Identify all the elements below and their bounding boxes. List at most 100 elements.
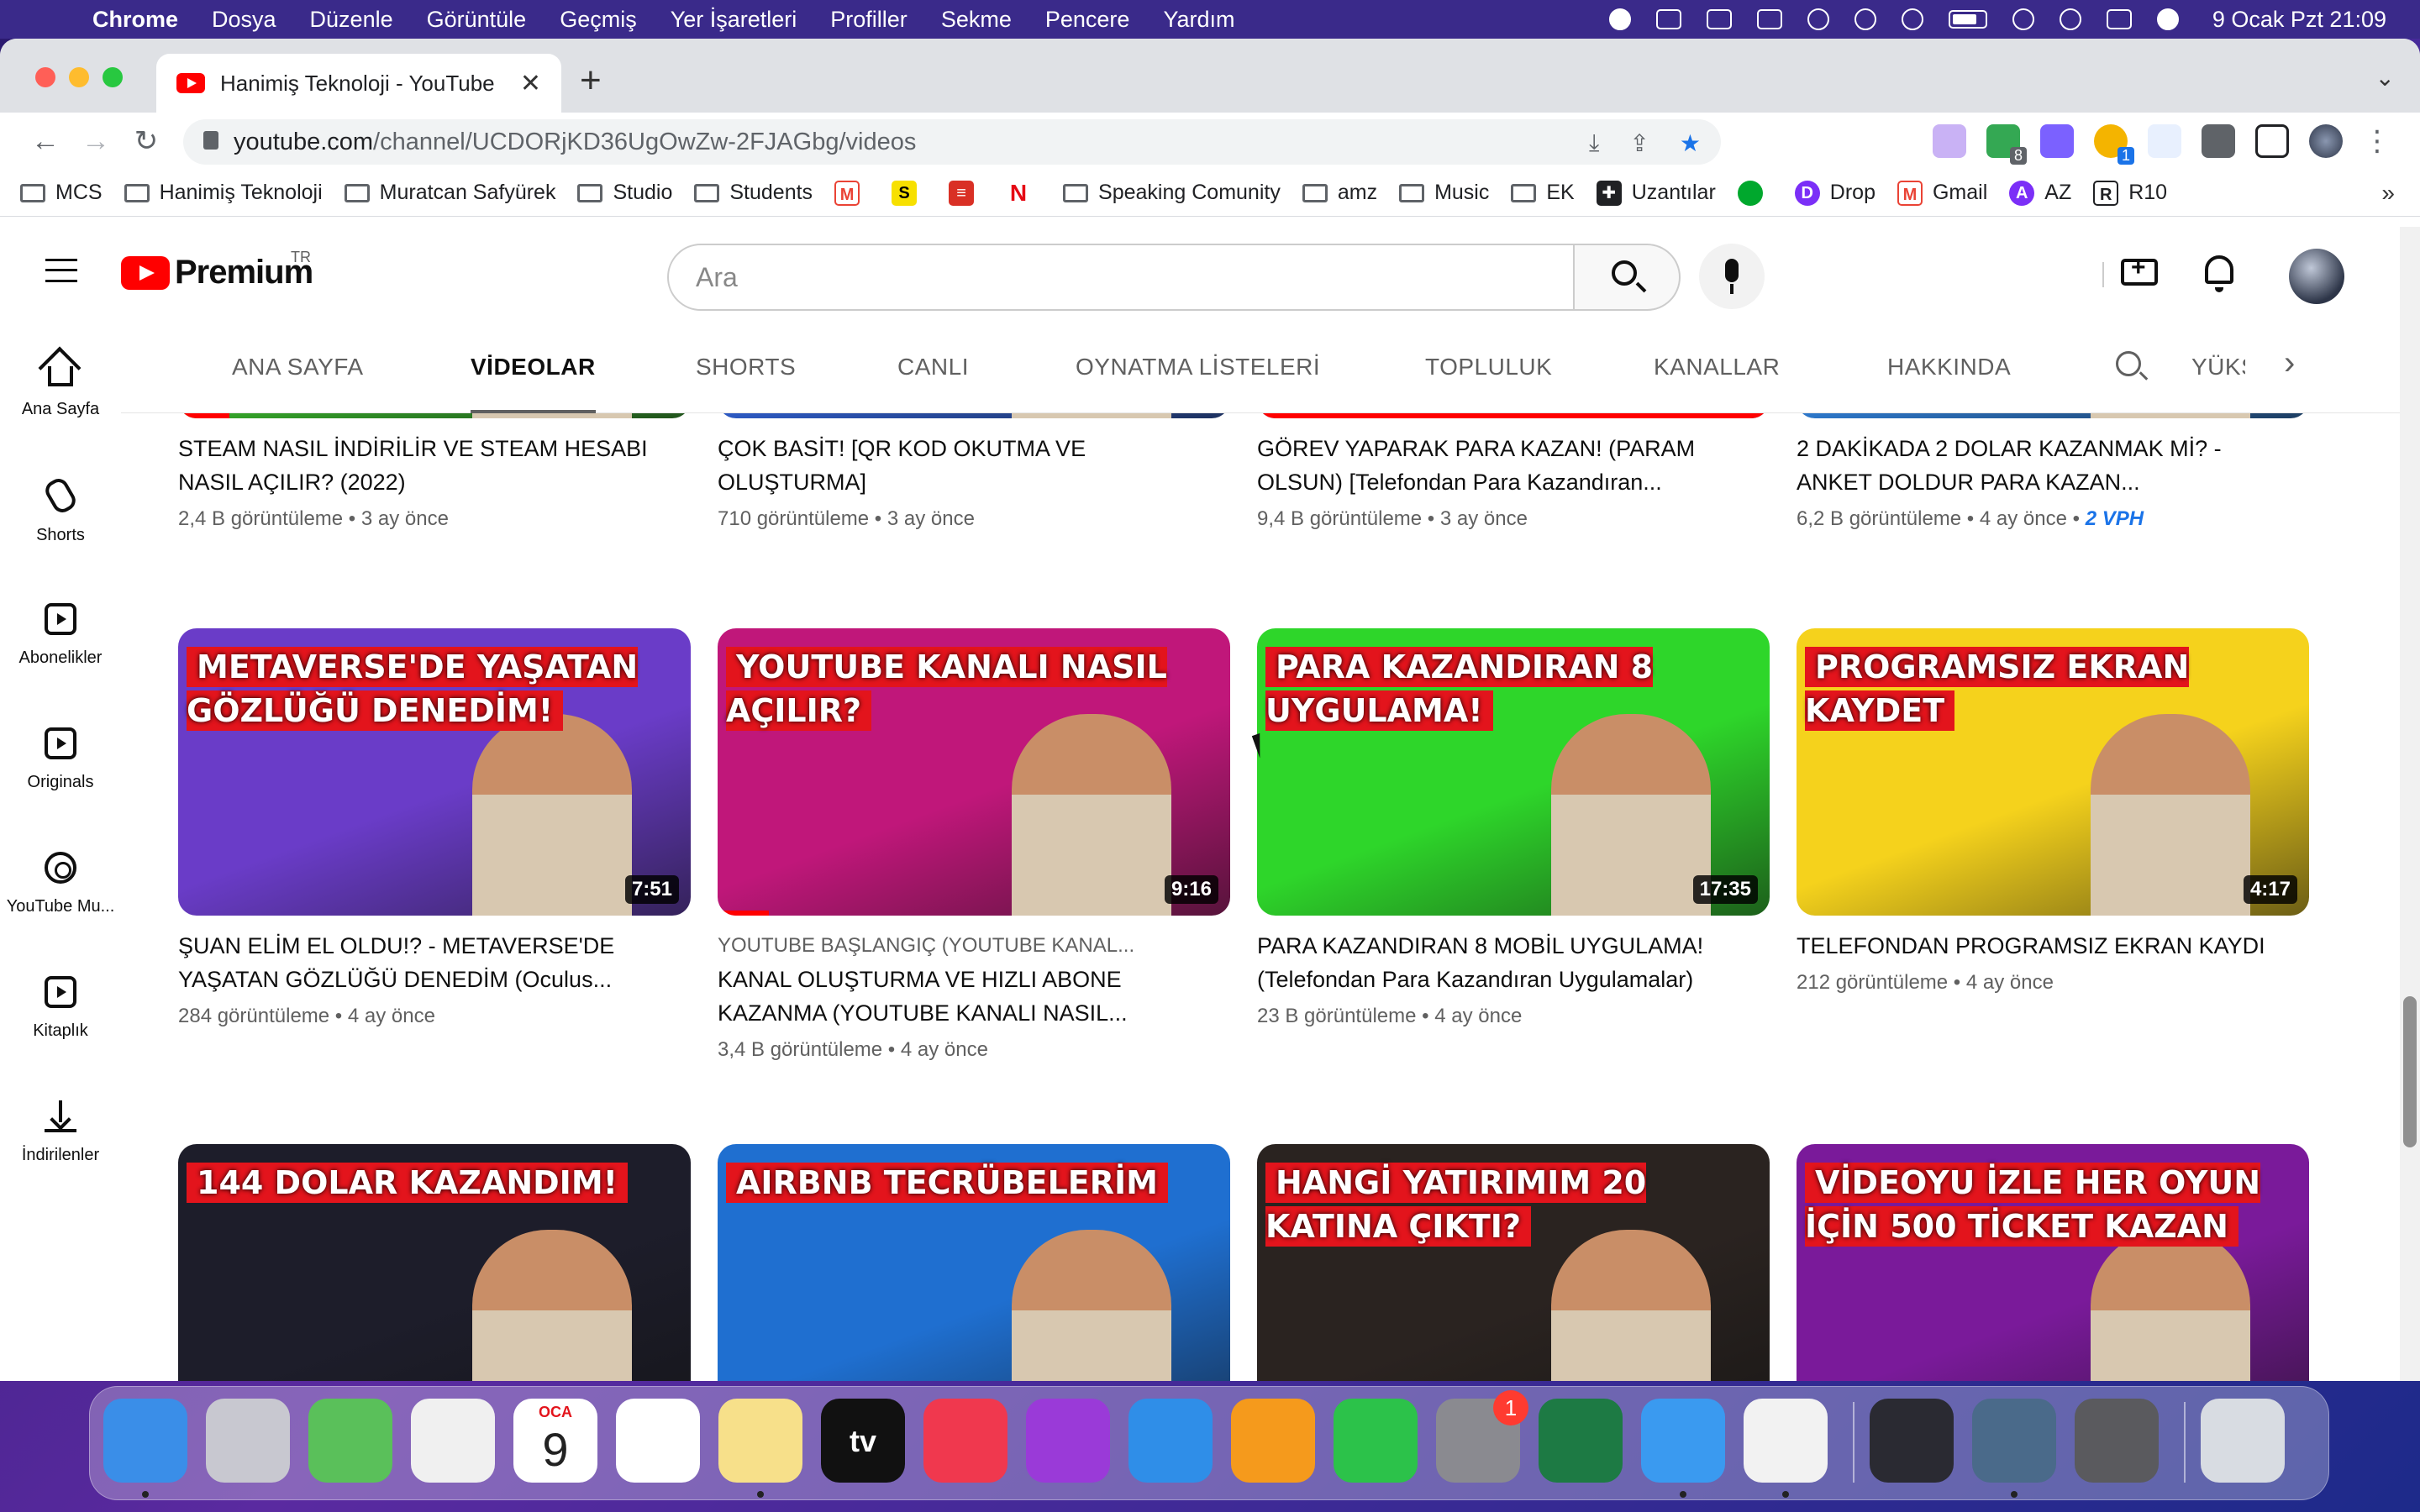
- notifications-bell-icon[interactable]: [2205, 255, 2233, 292]
- shield-extension-icon[interactable]: 8: [1986, 124, 2027, 165]
- bookmark-star-icon[interactable]: ★: [1680, 129, 1701, 157]
- forward-arrow-icon[interactable]: →: [71, 125, 121, 158]
- bookmark-stack[interactable]: ≡: [949, 180, 984, 206]
- menu-dosya[interactable]: Dosya: [212, 7, 276, 33]
- coin-extension-icon[interactable]: 1: [2094, 124, 2134, 165]
- scrollbar-thumb[interactable]: [2403, 996, 2417, 1147]
- app-status-icon[interactable]: [1706, 9, 1732, 29]
- bookmark-amz[interactable]: amz: [1302, 181, 1377, 205]
- search-button[interactable]: [1575, 244, 1681, 311]
- channel-search-icon[interactable]: [2116, 351, 2141, 376]
- page-scrollbar[interactable]: [2400, 227, 2420, 1381]
- bookmark-hanimis-teknoloji[interactable]: Hanimiş Teknoloji: [124, 181, 323, 205]
- wifi-icon[interactable]: [2012, 8, 2034, 30]
- bookmark-gmail-2[interactable]: M Gmail: [1897, 180, 1987, 206]
- sidebar-item-kitaplik[interactable]: Kitaplık: [0, 976, 121, 1041]
- reload-icon[interactable]: ↻: [121, 124, 171, 158]
- close-window-button[interactable]: [35, 67, 55, 87]
- feather-icon[interactable]: [1655, 9, 1681, 29]
- calendar-icon[interactable]: OCA 9: [513, 1399, 597, 1483]
- zoom-window-button[interactable]: [103, 67, 123, 87]
- spotlight-icon[interactable]: [2059, 8, 2081, 30]
- video-title[interactable]: PARA KAZANDIRAN 8 MOBİL UYGULAMA! (Telef…: [1257, 929, 1753, 996]
- obs-icon[interactable]: [1870, 1399, 1954, 1483]
- video-thumbnail[interactable]: VİDEOYU İZLE HER OYUN İÇİN 500 TİCKET KA…: [1797, 1144, 2309, 1381]
- sidebar-item-abonelikler[interactable]: Abonelikler: [0, 603, 121, 668]
- tab-hakkinda[interactable]: HAKKINDA: [1887, 323, 2011, 413]
- lock-icon[interactable]: [203, 131, 218, 150]
- bookmark-students[interactable]: Students: [694, 181, 813, 205]
- calculator-icon[interactable]: [2075, 1399, 2159, 1483]
- bookmark-netflix[interactable]: N: [1006, 180, 1041, 206]
- video-thumbnail[interactable]: HANGİ YATIRIMIM 20 KATINA ÇIKTI?: [1257, 1144, 1770, 1381]
- tab-oynatma-listeleri[interactable]: OYNATMA LİSTELERİ: [1076, 323, 1320, 413]
- menu-goruntule[interactable]: Görüntüle: [427, 7, 527, 33]
- video-thumbnail[interactable]: PARA KAZANDIRAN 8 UYGULAMA! 17:35: [1257, 628, 1770, 916]
- bookmark-music[interactable]: Music: [1399, 181, 1489, 205]
- podcasts-icon[interactable]: [1026, 1399, 1110, 1483]
- volume-icon[interactable]: [1807, 8, 1829, 30]
- bookmark-speaking-comunity[interactable]: Speaking Comunity: [1063, 181, 1281, 205]
- record-icon[interactable]: [1608, 8, 1631, 30]
- video-title[interactable]: TELEFONDAN PROGRAMSIZ EKRAN KAYDI: [1797, 929, 2292, 963]
- side-panel-icon[interactable]: [2255, 124, 2289, 158]
- safari-icon[interactable]: [1641, 1399, 1725, 1483]
- tab-close-icon[interactable]: ✕: [520, 69, 541, 98]
- tab-search-chevron-icon[interactable]: ⌄: [2375, 64, 2395, 92]
- tab-canli[interactable]: CANLI: [897, 323, 969, 413]
- browser-tab-active[interactable]: Hanimiş Teknoloji - YouTube ✕: [156, 54, 561, 113]
- tab-shorts[interactable]: SHORTS: [696, 323, 796, 413]
- menu-pencere[interactable]: Pencere: [1045, 7, 1130, 33]
- address-bar[interactable]: youtube.com/channel/UCDORjKD36UgOwZw-2FJ…: [183, 119, 1721, 165]
- apple-tv-icon[interactable]: tv: [821, 1399, 905, 1483]
- tab-videolar[interactable]: VİDEOLAR: [471, 323, 596, 413]
- video-title[interactable]: ŞUAN ELİM EL OLDU!? - METAVERSE'DE YAŞAT…: [178, 929, 674, 996]
- chrome-icon[interactable]: [1744, 1399, 1828, 1483]
- menu-gecmis[interactable]: Geçmiş: [560, 7, 637, 33]
- keynote-icon[interactable]: [1128, 1399, 1213, 1483]
- tab-yuklemeler-partial[interactable]: YÜKS: [2191, 323, 2245, 413]
- hamburger-menu-icon[interactable]: [45, 259, 77, 282]
- bookmark-evernote[interactable]: [1737, 180, 1773, 206]
- profile-avatar[interactable]: [2309, 124, 2343, 158]
- bookmark-drop[interactable]: D Drop: [1794, 180, 1876, 206]
- pen-extension-icon[interactable]: [1933, 124, 1966, 158]
- account-avatar[interactable]: [2289, 249, 2344, 304]
- menubar-clock[interactable]: 9 Ocak Pzt 21:09: [2212, 7, 2386, 33]
- maps-icon[interactable]: [308, 1399, 392, 1483]
- quicktime-icon[interactable]: [1972, 1399, 2056, 1483]
- bookmark-gmail[interactable]: M: [834, 180, 870, 206]
- sidebar-item-originals[interactable]: Originals: [0, 727, 121, 792]
- menu-profiller[interactable]: Profiller: [830, 7, 908, 33]
- video-title[interactable]: STEAM NASIL İNDİRİLİR VE STEAM HESABI NA…: [178, 432, 674, 499]
- bookmark-uzantilar[interactable]: ✚ Uzantılar: [1596, 180, 1716, 206]
- launchpad-icon[interactable]: [206, 1399, 290, 1483]
- control-center-icon[interactable]: [2106, 9, 2132, 29]
- bookmark-s-app[interactable]: S: [892, 180, 927, 206]
- video-title[interactable]: GÖREV YAPARAK PARA KAZAN! (PARAM OLSUN) …: [1257, 432, 1753, 499]
- tabs-scroll-right-chevron-icon[interactable]: ›: [2284, 346, 2295, 380]
- bookmark-ek[interactable]: EK: [1511, 181, 1575, 205]
- video-title[interactable]: KANAL OLUŞTURMA VE HIZLI ABONE KAZANMA (…: [718, 963, 1213, 1030]
- bookmarks-overflow-icon[interactable]: »: [2381, 180, 2395, 207]
- new-tab-button[interactable]: +: [580, 62, 602, 99]
- menu-duzenle[interactable]: Düzenle: [310, 7, 393, 33]
- video-channel-name[interactable]: YOUTUBE BAŞLANGIÇ (YOUTUBE KANAL...: [718, 934, 1213, 958]
- search-input[interactable]: Ara: [667, 244, 1575, 311]
- system-settings-icon[interactable]: 1: [1436, 1390, 1528, 1483]
- video-title[interactable]: ÇOK BASİT! [QR KOD OKUTMA VE OLUŞTURMA]: [718, 432, 1213, 499]
- bookmark-studio[interactable]: Studio: [577, 181, 672, 205]
- bookmark-r10[interactable]: R R10: [2093, 180, 2167, 206]
- video-thumbnail[interactable]: AIRBNB TECRÜBELERİM: [718, 1144, 1230, 1381]
- tab-kanallar[interactable]: KANALLAR: [1654, 323, 1780, 413]
- menu-yardim[interactable]: Yardım: [1163, 7, 1234, 33]
- bookmark-az[interactable]: A AZ: [2009, 180, 2071, 206]
- battery-icon[interactable]: [1948, 10, 1987, 29]
- finder-icon[interactable]: [103, 1399, 187, 1483]
- create-video-icon[interactable]: [2121, 254, 2158, 286]
- bookmark-mcs[interactable]: MCS: [20, 181, 103, 205]
- tab-ana-sayfa[interactable]: ANA SAYFA: [232, 323, 364, 413]
- pages-icon[interactable]: [1231, 1399, 1315, 1483]
- back-arrow-icon[interactable]: ←: [20, 125, 71, 158]
- display-icon[interactable]: [1756, 9, 1782, 29]
